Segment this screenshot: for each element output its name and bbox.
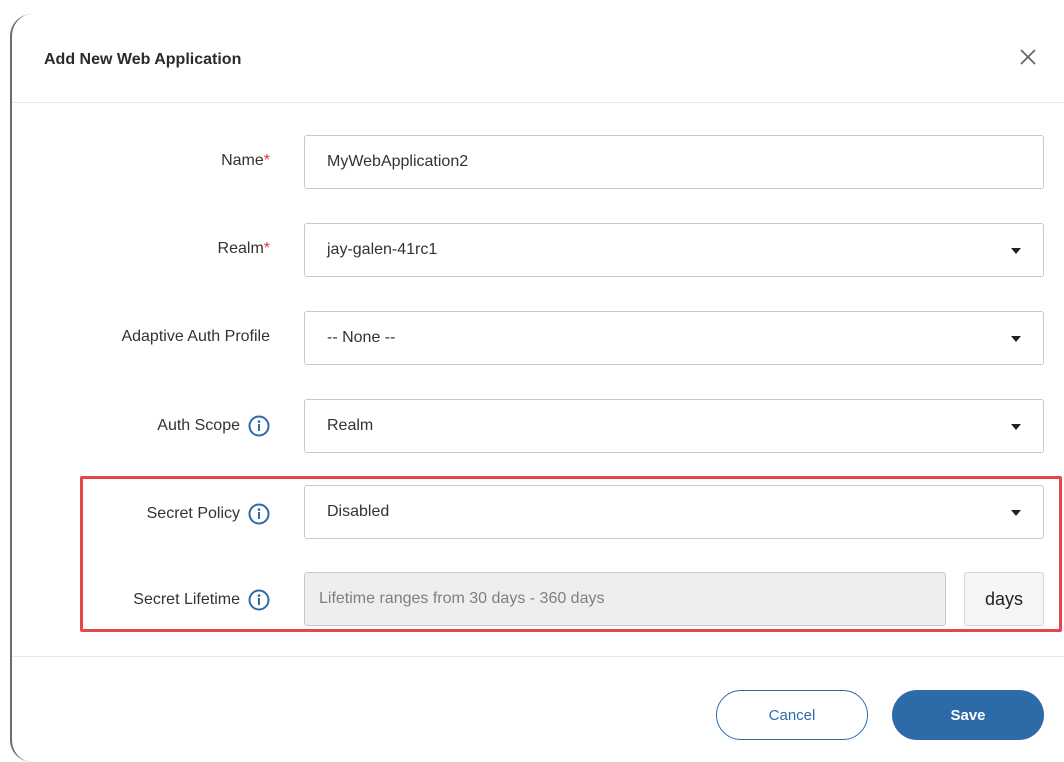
secret-policy-label: Secret Policy (146, 505, 240, 522)
realm-label: Realm (217, 240, 264, 257)
name-label-row: Name* (10, 150, 270, 172)
secret-lifetime-label-row: Secret Lifetime (10, 588, 270, 612)
realm-value: jay-galen-41rc1 (327, 241, 438, 258)
caret-down-icon (1011, 510, 1021, 516)
dialog-header: Add New Web Application (12, 14, 1064, 103)
cancel-button[interactable]: Cancel (716, 690, 868, 740)
caret-down-icon (1011, 336, 1021, 342)
auth-scope-value: Realm (327, 417, 374, 434)
footer-divider (12, 656, 1064, 657)
adaptive-auth-label-row: Adaptive Auth Profile (10, 326, 270, 348)
save-button[interactable]: Save (892, 690, 1044, 740)
realm-select[interactable]: jay-galen-41rc1 (304, 223, 1044, 277)
secret-policy-label-row: Secret Policy (10, 502, 270, 526)
secret-lifetime-label: Secret Lifetime (133, 591, 240, 608)
close-icon[interactable] (1016, 45, 1040, 69)
realm-label-row: Realm* (10, 238, 270, 260)
auth-scope-label-row: Auth Scope (10, 414, 270, 438)
secret-lifetime-field[interactable] (304, 572, 946, 626)
adaptive-auth-profile-value: -- None -- (327, 329, 396, 346)
info-icon[interactable] (248, 503, 270, 525)
dialog-title: Add New Web Application (44, 51, 242, 68)
required-mark: * (263, 152, 270, 169)
auth-scope-select[interactable]: Realm (304, 399, 1044, 453)
info-icon[interactable] (248, 415, 270, 437)
adaptive-auth-profile-label: Adaptive Auth Profile (121, 328, 270, 345)
days-unit-addon: days (964, 572, 1044, 626)
adaptive-auth-profile-select[interactable]: -- None -- (304, 311, 1044, 365)
caret-down-icon (1011, 424, 1021, 430)
info-icon[interactable] (248, 589, 270, 611)
secret-lifetime-input[interactable] (317, 589, 921, 609)
required-mark: * (263, 240, 270, 257)
caret-down-icon (1011, 248, 1021, 254)
add-web-application-dialog: Add New Web Application Name* Realm* jay… (10, 14, 1064, 762)
name-field[interactable] (304, 135, 1044, 189)
auth-scope-label: Auth Scope (157, 417, 240, 434)
secret-policy-select[interactable]: Disabled (304, 485, 1044, 539)
secret-policy-value: Disabled (327, 503, 390, 520)
name-label: Name (221, 152, 264, 169)
name-input[interactable] (327, 153, 1007, 171)
